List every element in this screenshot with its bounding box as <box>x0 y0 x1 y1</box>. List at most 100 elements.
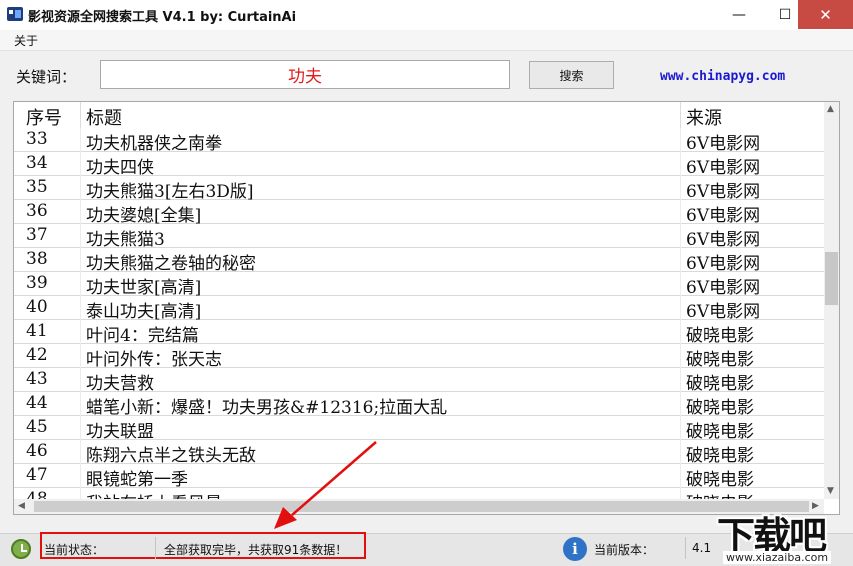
keyword-input[interactable] <box>100 60 510 89</box>
row-source: 6V电影网 <box>686 254 761 274</box>
cell-divider <box>680 296 681 320</box>
cell-divider <box>80 320 81 344</box>
table-row[interactable]: 43 功夫营救 破晓电影 <box>14 368 824 394</box>
watermark: 下载吧 www.xiazaiba.com <box>717 505 853 565</box>
table-row[interactable]: 40 泰山功夫[高清] 6V电影网 <box>14 296 824 322</box>
row-source: 破晓电影 <box>686 422 754 442</box>
row-index: 39 <box>26 273 48 293</box>
version-divider <box>685 537 686 559</box>
table-row[interactable]: 45 功夫联盟 破晓电影 <box>14 416 824 442</box>
scroll-left-icon[interactable]: ◀ <box>18 501 25 511</box>
row-index: 34 <box>26 153 48 173</box>
row-index: 43 <box>26 369 48 389</box>
row-source: 破晓电影 <box>686 489 754 499</box>
row-index: 41 <box>26 321 48 341</box>
row-source: 破晓电影 <box>686 446 754 466</box>
row-source: 破晓电影 <box>686 470 754 490</box>
column-header-index[interactable]: 序号 <box>26 104 62 130</box>
cell-divider <box>680 248 681 272</box>
site-link[interactable]: www.chinapyg.com <box>660 69 785 84</box>
cell-divider <box>680 200 681 224</box>
cell-divider <box>80 152 81 176</box>
keyword-label: 关键词： <box>16 68 77 86</box>
table-row[interactable]: 48 我站在桥上看风景 破晓电影 <box>14 488 824 499</box>
row-index: 35 <box>26 177 48 197</box>
table-row[interactable]: 42 叶问外传：张天志 破晓电影 <box>14 344 824 370</box>
table-row[interactable]: 33 功夫机器侠之南拳 6V电影网 <box>14 128 824 154</box>
horizontal-scroll-thumb[interactable] <box>34 501 809 512</box>
row-index: 37 <box>26 225 48 245</box>
row-source: 6V电影网 <box>686 230 761 250</box>
row-source: 6V电影网 <box>686 278 761 298</box>
watermark-url: www.xiazaiba.com <box>723 551 832 564</box>
close-button[interactable]: ✕ <box>798 0 853 29</box>
menu-item-about[interactable]: 关于 <box>14 32 38 49</box>
cell-divider <box>680 128 681 152</box>
row-title: 眼镜蛇第一季 <box>86 470 188 490</box>
table-row[interactable]: 37 功夫熊猫3 6V电影网 <box>14 224 824 250</box>
row-title: 功夫机器侠之南拳 <box>86 134 222 154</box>
row-title: 叶问外传：张天志 <box>86 350 222 370</box>
app-icon <box>7 7 23 21</box>
row-title: 功夫婆媳[全集] <box>86 206 202 226</box>
cell-divider <box>80 344 81 368</box>
horizontal-scrollbar[interactable]: ◀ ▶ <box>14 499 824 514</box>
cell-divider <box>80 200 81 224</box>
table-row[interactable]: 44 蜡笔小新：爆盛！功夫男孩&#12316;拉面大乱 破晓电影 <box>14 392 824 418</box>
row-title: 叶问4：完结篇 <box>86 326 199 346</box>
row-title: 陈翔六点半之铁头无敌 <box>86 446 256 466</box>
row-index: 38 <box>26 249 48 269</box>
row-source: 6V电影网 <box>686 302 761 322</box>
scroll-up-icon[interactable]: ▲ <box>827 104 834 114</box>
table-row[interactable]: 34 功夫四侠 6V电影网 <box>14 152 824 178</box>
row-title: 我站在桥上看风景 <box>86 489 222 499</box>
row-title: 功夫熊猫之卷轴的秘密 <box>86 254 256 274</box>
table-rows: 33 功夫机器侠之南拳 6V电影网 34 功夫四侠 6V电影网 35 功夫熊猫3[左右3D版]… <box>14 128 824 499</box>
table-row[interactable]: 36 功夫婆媳[全集] 6V电影网 <box>14 200 824 226</box>
window-title: 影视资源全网搜索工具 V4.1 by: CurtainAi <box>28 10 297 25</box>
cell-divider <box>80 440 81 464</box>
cell-divider <box>680 440 681 464</box>
scroll-down-icon[interactable]: ▼ <box>827 486 834 496</box>
row-index: 36 <box>26 201 48 221</box>
row-index: 44 <box>26 393 48 413</box>
table-row[interactable]: 41 叶问4：完结篇 破晓电影 <box>14 320 824 346</box>
status-divider <box>155 537 156 559</box>
cell-divider <box>80 392 81 416</box>
table-row[interactable]: 38 功夫熊猫之卷轴的秘密 6V电影网 <box>14 248 824 274</box>
row-title: 功夫营救 <box>86 374 154 394</box>
cell-divider <box>80 176 81 200</box>
results-list[interactable]: 序号 标题 来源 33 功夫机器侠之南拳 6V电影网 34 功夫四侠 6V电影网 35 功夫熊… <box>13 101 840 515</box>
cell-divider <box>680 344 681 368</box>
cell-divider <box>80 296 81 320</box>
minimize-button[interactable]: — <box>716 0 762 29</box>
cell-divider <box>680 152 681 176</box>
row-index: 45 <box>26 417 48 437</box>
clock-icon <box>11 539 31 559</box>
table-row[interactable]: 46 陈翔六点半之铁头无敌 破晓电影 <box>14 440 824 466</box>
column-header-title[interactable]: 标题 <box>86 104 122 130</box>
menu-bar: 关于 <box>0 30 853 51</box>
list-header: 序号 标题 来源 <box>14 102 824 130</box>
table-row[interactable]: 47 眼镜蛇第一季 破晓电影 <box>14 464 824 490</box>
cell-divider <box>80 368 81 392</box>
cell-divider <box>680 416 681 440</box>
cell-divider <box>680 368 681 392</box>
column-separator <box>80 102 81 128</box>
vertical-scroll-thumb[interactable] <box>825 252 838 305</box>
row-index: 42 <box>26 345 48 365</box>
search-button[interactable]: 搜索 <box>529 61 614 89</box>
column-header-source[interactable]: 来源 <box>686 104 722 130</box>
row-source: 6V电影网 <box>686 182 761 202</box>
row-source: 破晓电影 <box>686 326 754 346</box>
status-label: 当前状态： <box>44 543 105 557</box>
cell-divider <box>80 488 81 499</box>
row-index: 46 <box>26 441 48 461</box>
cell-divider <box>680 392 681 416</box>
table-row[interactable]: 35 功夫熊猫3[左右3D版] 6V电影网 <box>14 176 824 202</box>
cell-divider <box>680 224 681 248</box>
vertical-scrollbar[interactable]: ▲ ▼ <box>824 102 839 499</box>
row-index: 47 <box>26 465 48 485</box>
row-title: 蜡笔小新：爆盛！功夫男孩&#12316;拉面大乱 <box>86 398 448 418</box>
table-row[interactable]: 39 功夫世家[高清] 6V电影网 <box>14 272 824 298</box>
